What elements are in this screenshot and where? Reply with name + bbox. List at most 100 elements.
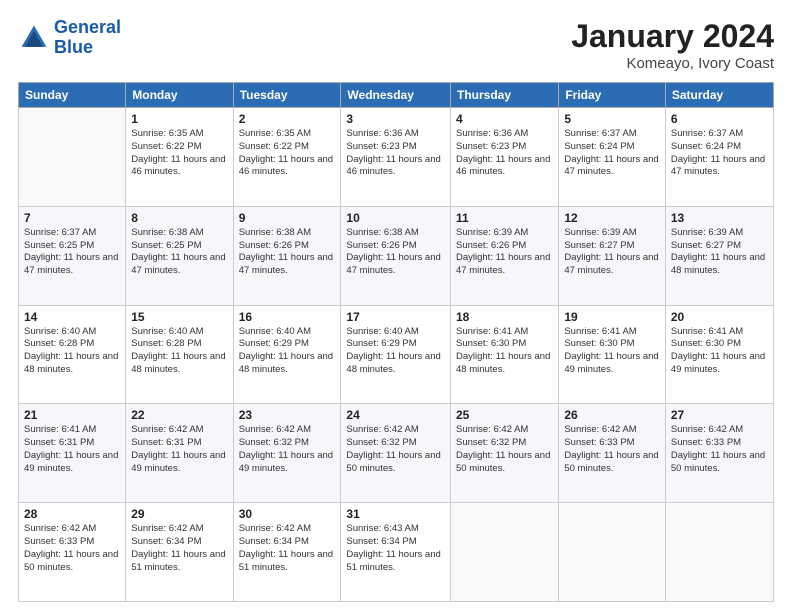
calendar-cell: 8 Sunrise: 6:38 AMSunset: 6:25 PMDaylight… [126,206,233,305]
weekday-header-thursday: Thursday [451,83,559,108]
day-number: 22 [131,408,227,422]
calendar-cell: 11 Sunrise: 6:39 AMSunset: 6:26 PMDayligh… [451,206,559,305]
logo: General Blue [18,18,121,58]
day-number: 13 [671,211,768,225]
logo-text: General Blue [54,18,121,58]
day-number: 3 [346,112,445,126]
day-number: 6 [671,112,768,126]
cell-info: Sunrise: 6:42 AMSunset: 6:33 PMDaylight:… [564,424,660,475]
calendar-cell: 28 Sunrise: 6:42 AMSunset: 6:33 PMDayligh… [19,503,126,602]
calendar-cell: 18 Sunrise: 6:41 AMSunset: 6:30 PMDayligh… [451,305,559,404]
weekday-header-monday: Monday [126,83,233,108]
cell-info: Sunrise: 6:38 AMSunset: 6:26 PMDaylight:… [346,227,445,278]
day-number: 10 [346,211,445,225]
day-number: 12 [564,211,660,225]
cell-info: Sunrise: 6:37 AMSunset: 6:25 PMDaylight:… [24,227,120,278]
day-number: 28 [24,507,120,521]
cell-info: Sunrise: 6:42 AMSunset: 6:34 PMDaylight:… [131,523,227,574]
calendar-cell [19,108,126,207]
week-row-4: 21Sunrise: 6:41 AMSunset: 6:31 PMDayligh… [19,404,774,503]
cell-info: Sunrise: 6:42 AMSunset: 6:32 PMDaylight:… [239,424,336,475]
calendar-cell: 2 Sunrise: 6:35 AMSunset: 6:22 PMDaylight… [233,108,341,207]
cell-info: Sunrise: 6:42 AMSunset: 6:32 PMDaylight:… [346,424,445,475]
calendar-cell: 9 Sunrise: 6:38 AMSunset: 6:26 PMDaylight… [233,206,341,305]
cell-info: Sunrise: 6:41 AMSunset: 6:30 PMDaylight:… [456,326,553,377]
day-number: 5 [564,112,660,126]
calendar-table: SundayMondayTuesdayWednesdayThursdayFrid… [18,82,774,602]
calendar-cell: 16 Sunrise: 6:40 AMSunset: 6:29 PMDayligh… [233,305,341,404]
day-number: 29 [131,507,227,521]
weekday-header-tuesday: Tuesday [233,83,341,108]
cell-info: Sunrise: 6:38 AMSunset: 6:26 PMDaylight:… [239,227,336,278]
calendar-cell: 10 Sunrise: 6:38 AMSunset: 6:26 PMDayligh… [341,206,451,305]
logo-icon [18,22,50,54]
day-number: 19 [564,310,660,324]
day-number: 16 [239,310,336,324]
calendar-cell: 31Sunrise: 6:43 AMSunset: 6:34 PMDayligh… [341,503,451,602]
calendar-cell: 17Sunrise: 6:40 AMSunset: 6:29 PMDayligh… [341,305,451,404]
cell-info: Sunrise: 6:35 AMSunset: 6:22 PMDaylight:… [239,128,336,179]
cell-info: Sunrise: 6:37 AMSunset: 6:24 PMDaylight:… [564,128,660,179]
day-number: 24 [346,408,445,422]
main-title: January 2024 [571,18,774,55]
calendar-cell: 15 Sunrise: 6:40 AMSunset: 6:28 PMDayligh… [126,305,233,404]
cell-info: Sunrise: 6:36 AMSunset: 6:23 PMDaylight:… [346,128,445,179]
logo-line2: Blue [54,37,93,57]
week-row-1: 1 Sunrise: 6:35 AMSunset: 6:22 PMDaylight… [19,108,774,207]
weekday-header-row: SundayMondayTuesdayWednesdayThursdayFrid… [19,83,774,108]
logo-line1: General [54,17,121,37]
cell-info: Sunrise: 6:42 AMSunset: 6:31 PMDaylight:… [131,424,227,475]
day-number: 8 [131,211,227,225]
calendar-cell: 3 Sunrise: 6:36 AMSunset: 6:23 PMDaylight… [341,108,451,207]
day-number: 15 [131,310,227,324]
cell-info: Sunrise: 6:42 AMSunset: 6:33 PMDaylight:… [24,523,120,574]
cell-info: Sunrise: 6:40 AMSunset: 6:29 PMDaylight:… [239,326,336,377]
cell-info: Sunrise: 6:40 AMSunset: 6:28 PMDaylight:… [24,326,120,377]
week-row-5: 28 Sunrise: 6:42 AMSunset: 6:33 PMDayligh… [19,503,774,602]
calendar-cell: 14 Sunrise: 6:40 AMSunset: 6:28 PMDayligh… [19,305,126,404]
day-number: 2 [239,112,336,126]
day-number: 20 [671,310,768,324]
calendar-cell: 1Sunrise: 6:35 AMSunset: 6:22 PMDaylight… [126,108,233,207]
day-number: 23 [239,408,336,422]
calendar-cell [451,503,559,602]
cell-info: Sunrise: 6:41 AMSunset: 6:30 PMDaylight:… [671,326,768,377]
cell-info: Sunrise: 6:37 AMSunset: 6:24 PMDaylight:… [671,128,768,179]
cell-info: Sunrise: 6:41 AMSunset: 6:30 PMDaylight:… [564,326,660,377]
cell-info: Sunrise: 6:38 AMSunset: 6:25 PMDaylight:… [131,227,227,278]
day-number: 27 [671,408,768,422]
calendar-cell: 30Sunrise: 6:42 AMSunset: 6:34 PMDayligh… [233,503,341,602]
day-number: 1 [131,112,227,126]
cell-info: Sunrise: 6:39 AMSunset: 6:26 PMDaylight:… [456,227,553,278]
calendar-cell: 5 Sunrise: 6:37 AMSunset: 6:24 PMDaylight… [559,108,666,207]
calendar-cell: 19 Sunrise: 6:41 AMSunset: 6:30 PMDayligh… [559,305,666,404]
calendar-cell: 24 Sunrise: 6:42 AMSunset: 6:32 PMDayligh… [341,404,451,503]
cell-info: Sunrise: 6:43 AMSunset: 6:34 PMDaylight:… [346,523,445,574]
weekday-header-friday: Friday [559,83,666,108]
day-number: 4 [456,112,553,126]
day-number: 11 [456,211,553,225]
calendar-cell: 12Sunrise: 6:39 AMSunset: 6:27 PMDayligh… [559,206,666,305]
calendar-cell: 29 Sunrise: 6:42 AMSunset: 6:34 PMDayligh… [126,503,233,602]
header: General Blue January 2024 Komeayo, Ivory… [18,18,774,72]
day-number: 30 [239,507,336,521]
calendar-cell: 27Sunrise: 6:42 AMSunset: 6:33 PMDayligh… [665,404,773,503]
calendar-cell [665,503,773,602]
day-number: 26 [564,408,660,422]
week-row-2: 7Sunrise: 6:37 AMSunset: 6:25 PMDaylight… [19,206,774,305]
calendar-cell: 21Sunrise: 6:41 AMSunset: 6:31 PMDayligh… [19,404,126,503]
title-block: January 2024 Komeayo, Ivory Coast [571,18,774,72]
calendar-cell: 26 Sunrise: 6:42 AMSunset: 6:33 PMDayligh… [559,404,666,503]
calendar-cell: 20 Sunrise: 6:41 AMSunset: 6:30 PMDayligh… [665,305,773,404]
day-number: 21 [24,408,120,422]
cell-info: Sunrise: 6:39 AMSunset: 6:27 PMDaylight:… [671,227,768,278]
day-number: 9 [239,211,336,225]
calendar-cell: 13 Sunrise: 6:39 AMSunset: 6:27 PMDayligh… [665,206,773,305]
day-number: 14 [24,310,120,324]
day-number: 18 [456,310,553,324]
cell-info: Sunrise: 6:40 AMSunset: 6:28 PMDaylight:… [131,326,227,377]
calendar-cell: 6 Sunrise: 6:37 AMSunset: 6:24 PMDaylight… [665,108,773,207]
calendar-cell: 23 Sunrise: 6:42 AMSunset: 6:32 PMDayligh… [233,404,341,503]
calendar-cell: 4Sunrise: 6:36 AMSunset: 6:23 PMDaylight… [451,108,559,207]
weekday-header-saturday: Saturday [665,83,773,108]
